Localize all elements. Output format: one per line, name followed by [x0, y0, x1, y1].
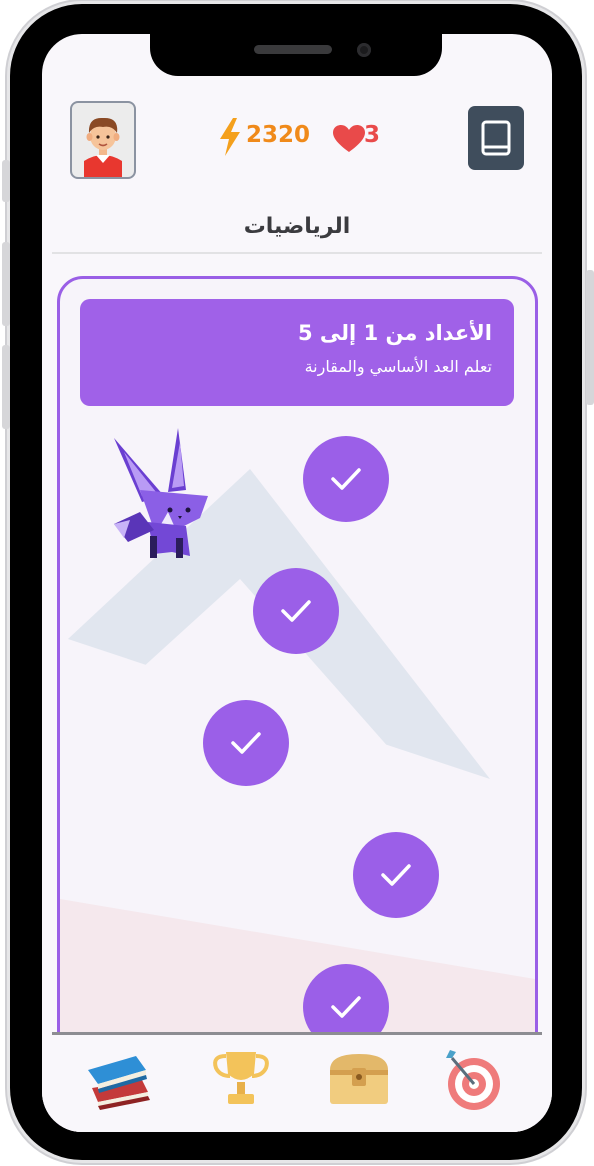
lesson-node-1[interactable] — [303, 436, 389, 522]
lives-count: 3 — [364, 122, 381, 148]
energy-points: 2320 — [246, 122, 311, 148]
header-divider — [52, 252, 542, 254]
subject-title: الرياضيات — [243, 214, 351, 239]
set-square-watermark — [60, 469, 535, 1132]
app-screen: 2320 3 الرياضيات الأعداد من 1 إلى 5 تعلم… — [42, 34, 552, 1132]
bottom-nav — [42, 1032, 552, 1132]
nav-chest-tab[interactable] — [324, 1044, 394, 1114]
check-icon — [381, 864, 411, 886]
book-button[interactable] — [468, 106, 524, 170]
lesson-node-4[interactable] — [353, 832, 439, 918]
target-icon — [446, 1050, 500, 1110]
lesson-node-3[interactable] — [203, 700, 289, 786]
lesson-node-2[interactable] — [253, 568, 339, 654]
check-icon — [331, 996, 361, 1018]
lightning-bolt-icon — [220, 118, 240, 156]
check-icon — [231, 732, 261, 754]
treasure-chest-icon — [330, 1054, 388, 1104]
nav-learn-tab[interactable] — [86, 1044, 156, 1114]
unit-banner[interactable]: الأعداد من 1 إلى 5 تعلم العد الأساسي وال… — [80, 299, 514, 406]
nav-trophy-tab[interactable] — [206, 1044, 276, 1114]
camera — [357, 43, 371, 57]
trophy-icon — [213, 1052, 269, 1104]
side-button — [2, 242, 10, 326]
check-icon — [281, 600, 311, 622]
book-icon — [481, 120, 511, 156]
notch — [150, 34, 442, 76]
profile-avatar-button[interactable] — [70, 101, 136, 179]
side-button — [2, 345, 10, 429]
fox-mascot-icon — [114, 428, 208, 558]
unit-title: الأعداد من 1 إلى 5 — [297, 321, 492, 345]
nav-goals-tab[interactable] — [440, 1044, 510, 1114]
speaker — [254, 45, 332, 54]
side-button — [586, 270, 594, 405]
books-icon — [88, 1056, 150, 1110]
boy-avatar-icon — [84, 117, 122, 177]
check-icon — [331, 468, 361, 490]
nav-divider — [52, 1032, 542, 1035]
side-button — [2, 160, 10, 202]
unit-subtitle: تعلم العد الأساسي والمقارنة — [304, 357, 492, 376]
heart-icon — [333, 125, 365, 152]
